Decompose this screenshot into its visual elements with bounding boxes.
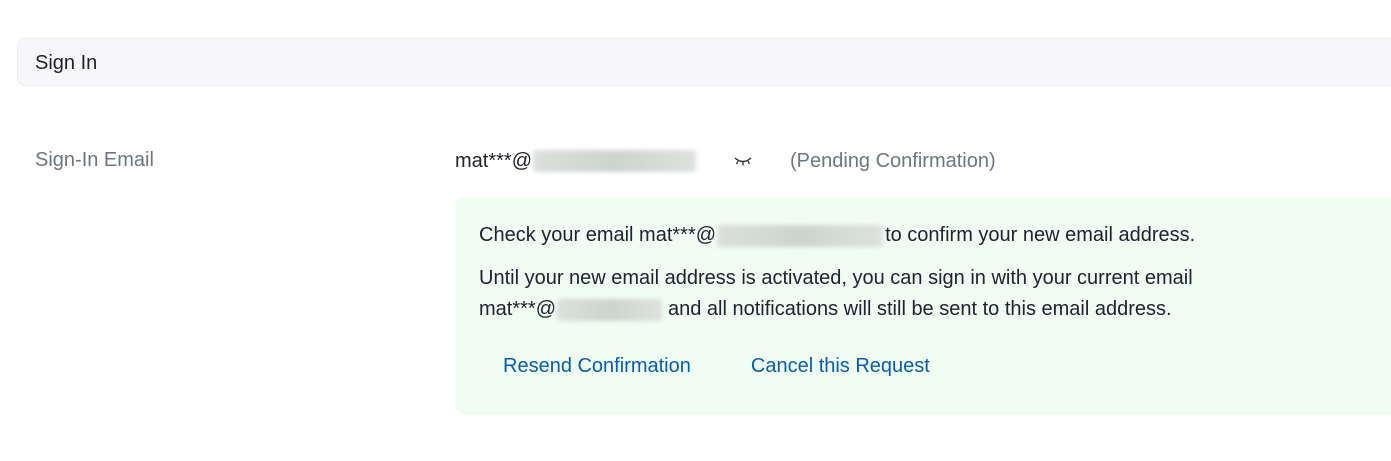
notice-line-3: mat***@ and all notifications will still…: [479, 298, 1172, 321]
section-header: Sign In: [17, 38, 1391, 86]
notice-line-1-text-start: Check your email mat***@: [479, 224, 717, 246]
notice-line-3-text-end: and all notifications will still be sent…: [668, 298, 1172, 320]
pending-status: (Pending Confirmation): [790, 149, 996, 172]
redacted-current-email-domain: [557, 298, 662, 321]
sign-in-email-label: Sign-In Email: [35, 149, 154, 171]
notice-line-1-text-end: to confirm your new email address.: [885, 224, 1196, 246]
notice-line-3-text-start: mat***@: [479, 298, 556, 320]
confirmation-notice: Check your email mat***@ to confirm your…: [455, 197, 1391, 415]
sign-in-email-value: mat***@ (Pending Confirmation): [455, 149, 996, 173]
notice-line-1: Check your email mat***@ to confirm your…: [479, 224, 1195, 247]
resend-confirmation-link[interactable]: Resend Confirmation: [503, 355, 691, 378]
cancel-request-link[interactable]: Cancel this Request: [751, 355, 930, 378]
eye-closed-icon[interactable]: [734, 152, 752, 170]
section-title: Sign In: [35, 52, 98, 74]
redacted-new-email-domain: [717, 224, 884, 247]
email-prefix: mat***@: [455, 149, 532, 172]
redacted-email-domain: [533, 150, 696, 172]
notice-actions: Resend Confirmation Cancel this Request: [503, 355, 930, 378]
notice-line-2: Until your new email address is activate…: [479, 267, 1193, 289]
eye-closed-icon-glyph: [734, 157, 752, 166]
